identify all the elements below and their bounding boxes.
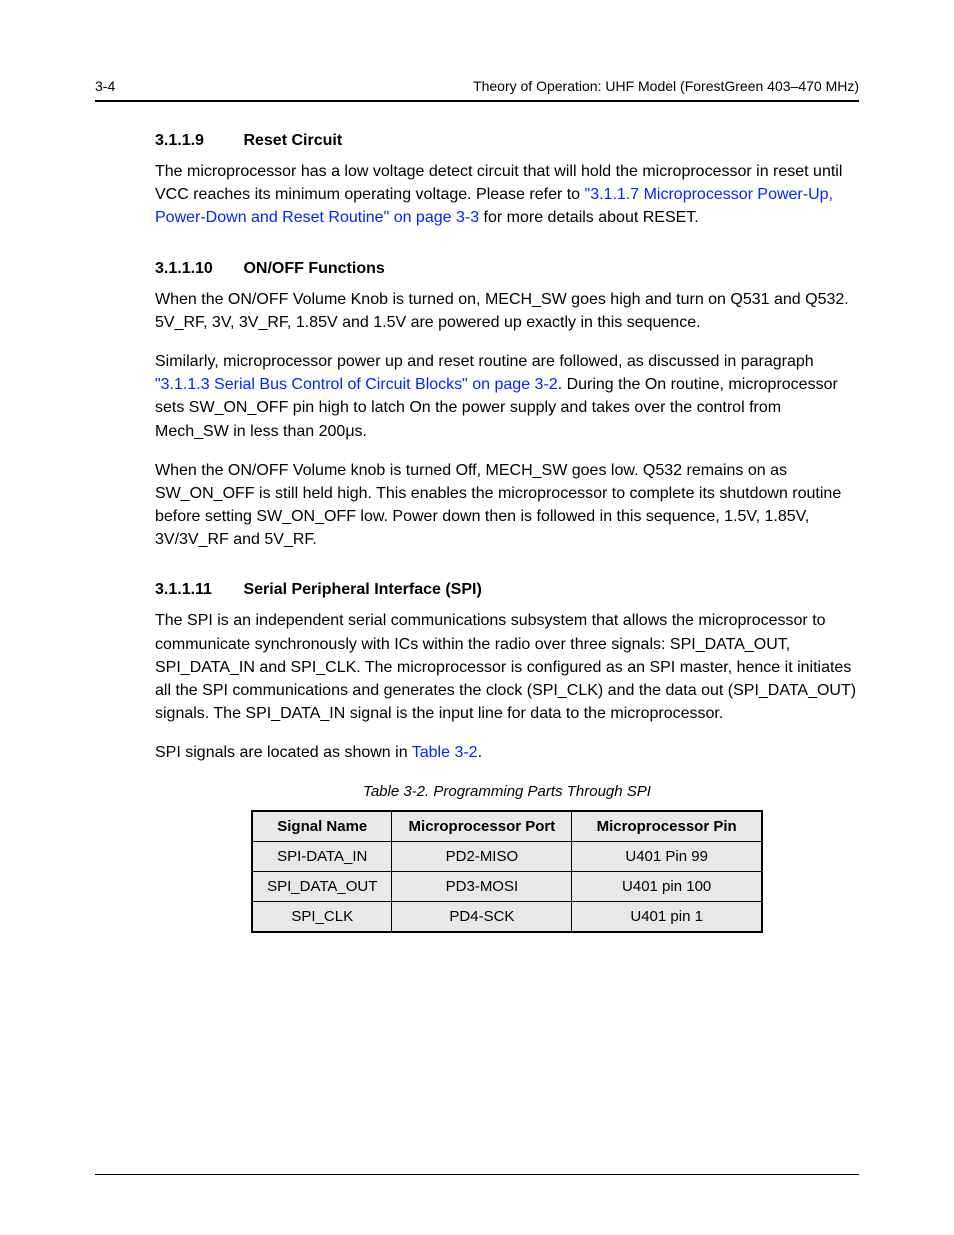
col-header-pin: Microprocessor Pin bbox=[572, 811, 762, 842]
cell-port: PD3-MOSI bbox=[392, 871, 572, 901]
text: . bbox=[478, 744, 482, 761]
cell-signal: SPI-DATA_IN bbox=[252, 841, 392, 871]
content: 3.1.1.9 Reset Circuit The microprocessor… bbox=[95, 132, 859, 933]
paragraph-onoff-1: When the ON/OFF Volume Knob is turned on… bbox=[155, 288, 859, 334]
cell-signal: SPI_CLK bbox=[252, 901, 392, 932]
heading-reset-circuit: 3.1.1.9 Reset Circuit bbox=[155, 132, 859, 150]
cell-port: PD4-SCK bbox=[392, 901, 572, 932]
cell-pin: U401 pin 100 bbox=[572, 871, 762, 901]
heading-text: ON/OFF Functions bbox=[243, 260, 384, 277]
col-header-signal-name: Signal Name bbox=[252, 811, 392, 842]
paragraph-onoff-3: When the ON/OFF Volume knob is turned Of… bbox=[155, 459, 859, 552]
page-number: 3-4 bbox=[95, 78, 115, 94]
paragraph-onoff-2: Similarly, microprocessor power up and r… bbox=[155, 350, 859, 443]
text: SPI signals are located as shown in bbox=[155, 744, 412, 761]
table-row: SPI_DATA_OUT PD3-MOSI U401 pin 100 bbox=[252, 871, 762, 901]
heading-number: 3.1.1.11 bbox=[155, 581, 239, 599]
paragraph-spi-2: SPI signals are located as shown in Tabl… bbox=[155, 741, 859, 764]
col-header-port: Microprocessor Port bbox=[392, 811, 572, 842]
paragraph-spi-1: The SPI is an independent serial communi… bbox=[155, 609, 859, 725]
page: 3-4 Theory of Operation: UHF Model (Fore… bbox=[0, 0, 954, 1235]
xref-serial-bus-control[interactable]: "3.1.1.3 Serial Bus Control of Circuit B… bbox=[155, 376, 558, 393]
heading-number: 3.1.1.9 bbox=[155, 132, 239, 150]
table-row: SPI_CLK PD4-SCK U401 pin 1 bbox=[252, 901, 762, 932]
cell-signal: SPI_DATA_OUT bbox=[252, 871, 392, 901]
cell-pin: U401 Pin 99 bbox=[572, 841, 762, 871]
table-caption: Table 3-2. Programming Parts Through SPI bbox=[155, 783, 859, 800]
heading-spi: 3.1.1.11 Serial Peripheral Interface (SP… bbox=[155, 581, 859, 599]
section-title: Theory of Operation: UHF Model (ForestGr… bbox=[473, 78, 859, 94]
cell-pin: U401 pin 1 bbox=[572, 901, 762, 932]
paragraph-reset: The microprocessor has a low voltage det… bbox=[155, 160, 859, 230]
heading-number: 3.1.1.10 bbox=[155, 260, 239, 278]
heading-text: Reset Circuit bbox=[243, 132, 342, 149]
cell-port: PD2-MISO bbox=[392, 841, 572, 871]
table-spi-signals: Signal Name Microprocessor Port Micropro… bbox=[251, 810, 763, 933]
text: Similarly, microprocessor power up and r… bbox=[155, 353, 814, 370]
text: for more details about RESET. bbox=[479, 209, 699, 226]
table-header-row: Signal Name Microprocessor Port Micropro… bbox=[252, 811, 762, 842]
table-row: SPI-DATA_IN PD2-MISO U401 Pin 99 bbox=[252, 841, 762, 871]
page-header: 3-4 Theory of Operation: UHF Model (Fore… bbox=[95, 78, 859, 94]
heading-text: Serial Peripheral Interface (SPI) bbox=[243, 581, 481, 598]
xref-table-3-2[interactable]: Table 3-2 bbox=[412, 744, 478, 761]
heading-on-off-functions: 3.1.1.10 ON/OFF Functions bbox=[155, 260, 859, 278]
header-rule bbox=[95, 100, 859, 102]
footer-rule bbox=[95, 1174, 859, 1175]
